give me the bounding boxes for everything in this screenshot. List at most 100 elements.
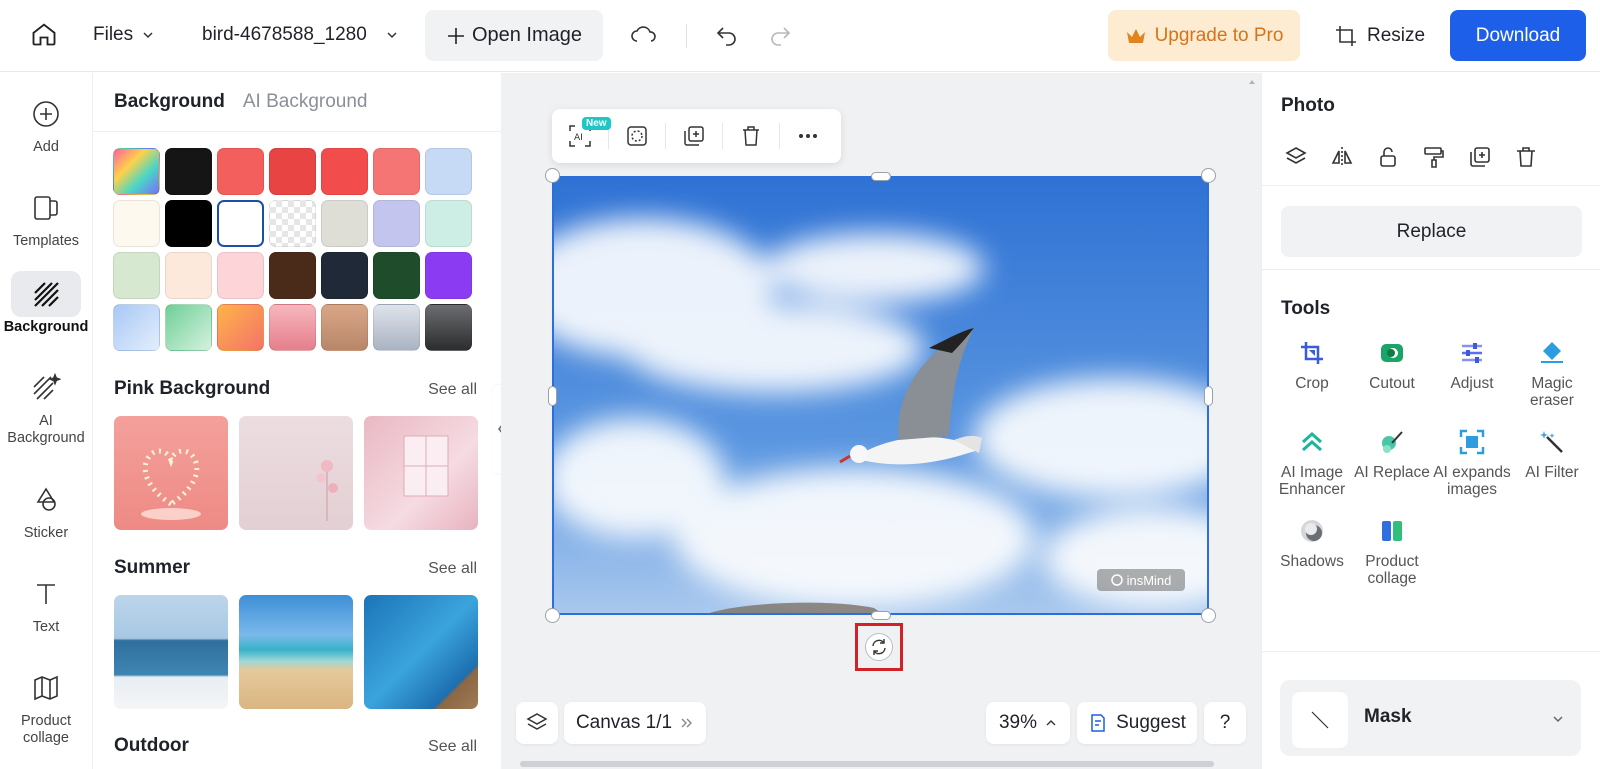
resize-handle-top[interactable] — [871, 172, 891, 181]
divider — [1262, 651, 1600, 652]
resize-button[interactable]: Resize — [1335, 10, 1425, 61]
tool-crop[interactable]: Crop — [1272, 338, 1352, 409]
color-swatch[interactable] — [425, 148, 472, 195]
ai-tool-button[interactable]: AI New — [552, 109, 611, 163]
bg-thumb-beach[interactable] — [239, 595, 353, 709]
files-menu[interactable]: Files — [93, 24, 155, 46]
rail-item-ai-background[interactable]: AI Background — [0, 365, 92, 447]
tool-magic-eraser[interactable]: Magic eraser — [1512, 338, 1592, 409]
undo-button[interactable] — [715, 23, 739, 47]
color-swatch[interactable] — [217, 252, 264, 299]
rail-item-text[interactable]: Text — [0, 571, 92, 636]
bg-thumb-window[interactable] — [364, 416, 478, 530]
rail-item-sticker[interactable]: Sticker — [0, 477, 92, 542]
color-swatch[interactable] — [113, 252, 160, 299]
tool-ai-image-enhancer[interactable]: AI Image Enhancer — [1272, 427, 1352, 498]
filename-dropdown[interactable]: bird-4678588_1280 — [202, 24, 399, 46]
color-swatch[interactable] — [373, 148, 420, 195]
color-swatch[interactable] — [373, 200, 420, 247]
layer-order-button[interactable] — [1284, 145, 1308, 169]
bg-thumb-ocean[interactable] — [114, 595, 228, 709]
tool-product-collage[interactable]: Product collage — [1352, 516, 1432, 587]
tool-ai-replace[interactable]: AI Replace — [1352, 427, 1432, 498]
redo-button[interactable] — [768, 23, 792, 47]
lock-button[interactable] — [1376, 145, 1400, 169]
resize-handle-left[interactable] — [548, 386, 557, 406]
color-swatch[interactable] — [165, 252, 212, 299]
upgrade-to-pro-button[interactable]: Upgrade to Pro — [1108, 10, 1300, 61]
resize-handle-top-right[interactable] — [1201, 168, 1216, 183]
tool-ai-filter[interactable]: AI Filter — [1512, 427, 1592, 498]
canvas-photo[interactable] — [552, 176, 1209, 615]
help-button[interactable]: ? — [1204, 702, 1246, 744]
color-swatch[interactable] — [217, 200, 264, 247]
color-swatch[interactable] — [321, 148, 368, 195]
color-swatch[interactable] — [425, 252, 472, 299]
resize-handle-bottom-right[interactable] — [1201, 608, 1216, 623]
rail-item-templates[interactable]: Templates — [0, 185, 92, 250]
toolbar-divider — [686, 24, 687, 48]
tool-shadows[interactable]: Shadows — [1272, 516, 1352, 587]
download-button[interactable]: Download — [1450, 10, 1586, 61]
color-swatch[interactable] — [217, 148, 264, 195]
tab-background[interactable]: Background — [114, 91, 225, 113]
canvas-pages-button[interactable]: Canvas 1/1 — [564, 702, 706, 744]
color-swatch[interactable] — [113, 200, 160, 247]
tool-adjust[interactable]: Adjust — [1432, 338, 1512, 409]
delete-button[interactable] — [723, 109, 779, 163]
mask-section[interactable]: Mask — [1280, 680, 1581, 756]
color-swatch[interactable] — [269, 304, 316, 351]
color-swatch[interactable] — [165, 200, 212, 247]
bg-thumb-flowers[interactable] — [239, 416, 353, 530]
home-button[interactable] — [30, 20, 58, 48]
color-swatch[interactable] — [321, 304, 368, 351]
tool-cutout[interactable]: Cutout — [1352, 338, 1432, 409]
see-all-summer-link[interactable]: See all — [428, 560, 477, 578]
replace-button[interactable]: Replace — [1281, 206, 1582, 257]
color-swatch[interactable] — [113, 148, 160, 195]
delete-photo-button[interactable] — [1514, 145, 1538, 169]
text-icon — [11, 571, 81, 617]
resize-handle-top-left[interactable] — [545, 168, 560, 183]
tab-ai-background[interactable]: AI Background — [243, 91, 368, 113]
duplicate-button[interactable] — [666, 109, 722, 163]
paint-format-button[interactable] — [1422, 145, 1446, 169]
resize-handle-right[interactable] — [1204, 386, 1213, 406]
color-swatch[interactable] — [113, 304, 160, 351]
color-swatch[interactable] — [269, 200, 316, 247]
cloud-save-button[interactable] — [630, 22, 658, 48]
tool-ai-expands-images[interactable]: AI expands images — [1432, 427, 1512, 498]
rail-item-product-collage[interactable]: Product collage — [0, 665, 92, 747]
ai-enhancer-icon — [1297, 427, 1327, 457]
color-swatch[interactable] — [165, 148, 212, 195]
horizontal-scrollbar[interactable] — [520, 761, 1214, 767]
bg-thumb-heart[interactable] — [114, 416, 228, 530]
layers-button[interactable] — [516, 702, 558, 744]
color-swatch[interactable] — [373, 252, 420, 299]
more-options-button[interactable] — [780, 109, 836, 163]
select-tool-button[interactable] — [609, 109, 665, 163]
color-swatch[interactable] — [425, 200, 472, 247]
resize-handle-bottom-left[interactable] — [545, 608, 560, 623]
color-swatch[interactable] — [321, 252, 368, 299]
bg-thumb-pool[interactable] — [364, 595, 478, 709]
rotate-button[interactable] — [865, 633, 893, 661]
see-all-pink-link[interactable]: See all — [428, 381, 477, 399]
color-swatch[interactable] — [321, 200, 368, 247]
color-swatch[interactable] — [217, 304, 264, 351]
zoom-control[interactable]: 39% — [986, 702, 1070, 744]
vertical-scrollbar[interactable] — [1248, 78, 1256, 754]
duplicate-photo-button[interactable] — [1468, 145, 1492, 169]
resize-handle-bottom[interactable] — [871, 611, 891, 620]
flip-button[interactable] — [1330, 145, 1354, 169]
color-swatch[interactable] — [165, 304, 212, 351]
rail-item-add[interactable]: Add — [0, 91, 92, 156]
rail-item-background[interactable]: Background — [0, 271, 92, 336]
suggest-button[interactable]: Suggest — [1077, 702, 1197, 744]
color-swatch[interactable] — [269, 252, 316, 299]
color-swatch[interactable] — [425, 304, 472, 351]
color-swatch[interactable] — [373, 304, 420, 351]
see-all-outdoor-link[interactable]: See all — [428, 738, 477, 756]
open-image-button[interactable]: Open Image — [425, 10, 603, 61]
color-swatch[interactable] — [269, 148, 316, 195]
